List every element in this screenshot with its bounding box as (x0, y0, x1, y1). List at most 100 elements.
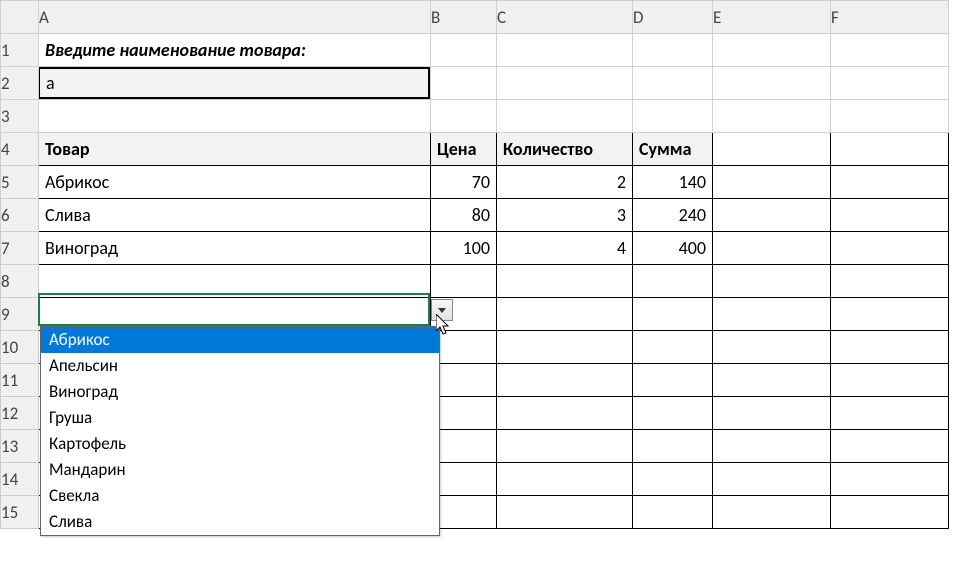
cell-D4[interactable]: Сумма (633, 133, 713, 166)
cell-C10[interactable] (497, 331, 633, 364)
cell-B7[interactable]: 100 (431, 232, 497, 265)
cell-B14[interactable] (431, 463, 497, 496)
row-header-11[interactable]: 11 (1, 364, 39, 397)
dropdown-item[interactable]: Свекла (41, 483, 439, 509)
cell-C2[interactable] (497, 67, 633, 100)
cell-F14[interactable] (831, 463, 949, 496)
cell-C1[interactable] (497, 34, 633, 67)
row-header-7[interactable]: 7 (1, 232, 39, 265)
cell-E7[interactable] (713, 232, 831, 265)
data-validation-dropdown-list[interactable]: Абрикос Апельсин Виноград Груша Картофел… (40, 326, 440, 536)
cell-A7[interactable]: Виноград (39, 232, 431, 265)
cell-E3[interactable] (713, 100, 831, 133)
row-header-8[interactable]: 8 (1, 265, 39, 298)
cell-F10[interactable] (831, 331, 949, 364)
col-header-B[interactable]: B (431, 1, 497, 34)
cell-C4[interactable]: Количество (497, 133, 633, 166)
cell-D2[interactable] (633, 67, 713, 100)
row-header-1[interactable]: 1 (1, 34, 39, 67)
cell-B1[interactable] (431, 34, 497, 67)
cell-E2[interactable] (713, 67, 831, 100)
cell-C15[interactable] (497, 496, 633, 529)
col-header-D[interactable]: D (633, 1, 713, 34)
cell-E5[interactable] (713, 166, 831, 199)
cell-B10[interactable] (431, 331, 497, 364)
cell-F15[interactable] (831, 496, 949, 529)
col-header-C[interactable]: C (497, 1, 633, 34)
row-header-10[interactable]: 10 (1, 331, 39, 364)
cell-B13[interactable] (431, 430, 497, 463)
cell-C13[interactable] (497, 430, 633, 463)
dropdown-item[interactable]: Мандарин (41, 457, 439, 483)
cell-C11[interactable] (497, 364, 633, 397)
cell-E6[interactable] (713, 199, 831, 232)
cell-A2[interactable]: а (39, 67, 431, 100)
row-header-9[interactable]: 9 (1, 298, 39, 331)
cell-F8[interactable] (831, 265, 949, 298)
row-header-5[interactable]: 5 (1, 166, 39, 199)
cell-E11[interactable] (713, 364, 831, 397)
cell-D7[interactable]: 400 (633, 232, 713, 265)
cell-E13[interactable] (713, 430, 831, 463)
cell-A1[interactable]: Введите наименование товара: (39, 34, 431, 67)
row-header-15[interactable]: 15 (1, 496, 39, 529)
cell-A5[interactable]: Абрикос (39, 166, 431, 199)
cell-F7[interactable] (831, 232, 949, 265)
cell-B4[interactable]: Цена (431, 133, 497, 166)
cell-C12[interactable] (497, 397, 633, 430)
dropdown-item[interactable]: Картофель (41, 431, 439, 457)
dropdown-item[interactable]: Виноград (41, 379, 439, 405)
cell-F6[interactable] (831, 199, 949, 232)
cell-C3[interactable] (497, 100, 633, 133)
cell-E1[interactable] (713, 34, 831, 67)
cell-D5[interactable]: 140 (633, 166, 713, 199)
cell-F11[interactable] (831, 364, 949, 397)
cell-B2[interactable] (431, 67, 497, 100)
cell-B6[interactable]: 80 (431, 199, 497, 232)
cell-E15[interactable] (713, 496, 831, 529)
cell-E9[interactable] (713, 298, 831, 331)
cell-F12[interactable] (831, 397, 949, 430)
cell-D3[interactable] (633, 100, 713, 133)
cell-F5[interactable] (831, 166, 949, 199)
row-header-13[interactable]: 13 (1, 430, 39, 463)
cell-A8[interactable] (39, 265, 431, 298)
cell-D15[interactable] (633, 496, 713, 529)
row-header-3[interactable]: 3 (1, 100, 39, 133)
cell-C5[interactable]: 2 (497, 166, 633, 199)
cell-F4[interactable] (831, 133, 949, 166)
select-all-corner[interactable] (1, 1, 39, 34)
dropdown-item[interactable]: Груша (41, 405, 439, 431)
data-validation-dropdown-button[interactable] (431, 299, 453, 321)
cell-A4[interactable]: Товар (39, 133, 431, 166)
cell-F3[interactable] (831, 100, 949, 133)
cell-D6[interactable]: 240 (633, 199, 713, 232)
cell-D12[interactable] (633, 397, 713, 430)
cell-D8[interactable] (633, 265, 713, 298)
cell-F1[interactable] (831, 34, 949, 67)
col-header-A[interactable]: A (39, 1, 431, 34)
cell-D11[interactable] (633, 364, 713, 397)
cell-D1[interactable] (633, 34, 713, 67)
row-header-4[interactable]: 4 (1, 133, 39, 166)
cell-C8[interactable] (497, 265, 633, 298)
cell-D14[interactable] (633, 463, 713, 496)
row-header-6[interactable]: 6 (1, 199, 39, 232)
cell-C14[interactable] (497, 463, 633, 496)
col-header-E[interactable]: E (713, 1, 831, 34)
cell-E12[interactable] (713, 397, 831, 430)
cell-C9[interactable] (497, 298, 633, 331)
cell-F13[interactable] (831, 430, 949, 463)
dropdown-item[interactable]: Слива (41, 509, 439, 535)
cell-B12[interactable] (431, 397, 497, 430)
cell-B15[interactable] (431, 496, 497, 529)
row-header-2[interactable]: 2 (1, 67, 39, 100)
cell-F9[interactable] (831, 298, 949, 331)
cell-B3[interactable] (431, 100, 497, 133)
cell-C6[interactable]: 3 (497, 199, 633, 232)
cell-E4[interactable] (713, 133, 831, 166)
cell-D13[interactable] (633, 430, 713, 463)
cell-D10[interactable] (633, 331, 713, 364)
cell-C7[interactable]: 4 (497, 232, 633, 265)
dropdown-item[interactable]: Абрикос (41, 327, 439, 353)
